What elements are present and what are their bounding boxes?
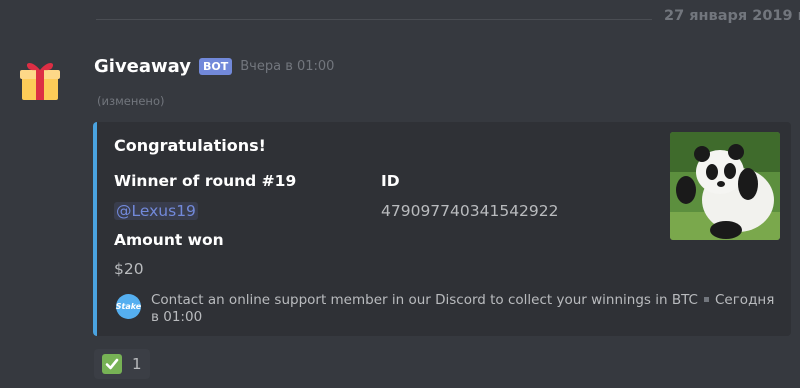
- footer-separator: [703, 296, 709, 302]
- embed: Congratulations! Winner of round #19 @Le…: [93, 122, 791, 336]
- field-name-id: ID: [381, 172, 400, 190]
- footer-message: Contact an online support member in our …: [151, 292, 698, 308]
- field-name-amount: Amount won: [114, 231, 224, 249]
- field-value-winner: @Lexus19: [114, 202, 198, 220]
- panda-image[interactable]: [670, 132, 780, 240]
- bot-tag: BOT: [199, 58, 233, 75]
- avatar[interactable]: [18, 58, 62, 102]
- divider-line: [96, 19, 652, 20]
- edited-label: (изменено): [97, 94, 165, 108]
- username[interactable]: Giveaway: [94, 56, 191, 77]
- footer-icon: Stake: [116, 294, 141, 319]
- white-check-mark-icon: [105, 358, 119, 370]
- field-name-winner: Winner of round #19: [114, 172, 297, 190]
- footer-text: Contact an online support member in our …: [151, 292, 781, 326]
- embed-title: Congratulations!: [114, 136, 266, 155]
- message-header: Giveaway BOT Вчера в 01:00: [94, 56, 334, 77]
- timestamp: Вчера в 01:00: [240, 59, 335, 74]
- field-value-id: 479097740341542922: [381, 202, 559, 220]
- reaction-count: 1: [132, 355, 142, 373]
- field-value-amount: $20: [114, 260, 144, 278]
- gift-icon: [20, 63, 60, 100]
- reaction-emoji: [102, 354, 122, 374]
- date-divider: 27 января 2019 г: [664, 8, 800, 24]
- reaction-button[interactable]: 1: [94, 349, 150, 379]
- user-mention[interactable]: @Lexus19: [114, 202, 198, 220]
